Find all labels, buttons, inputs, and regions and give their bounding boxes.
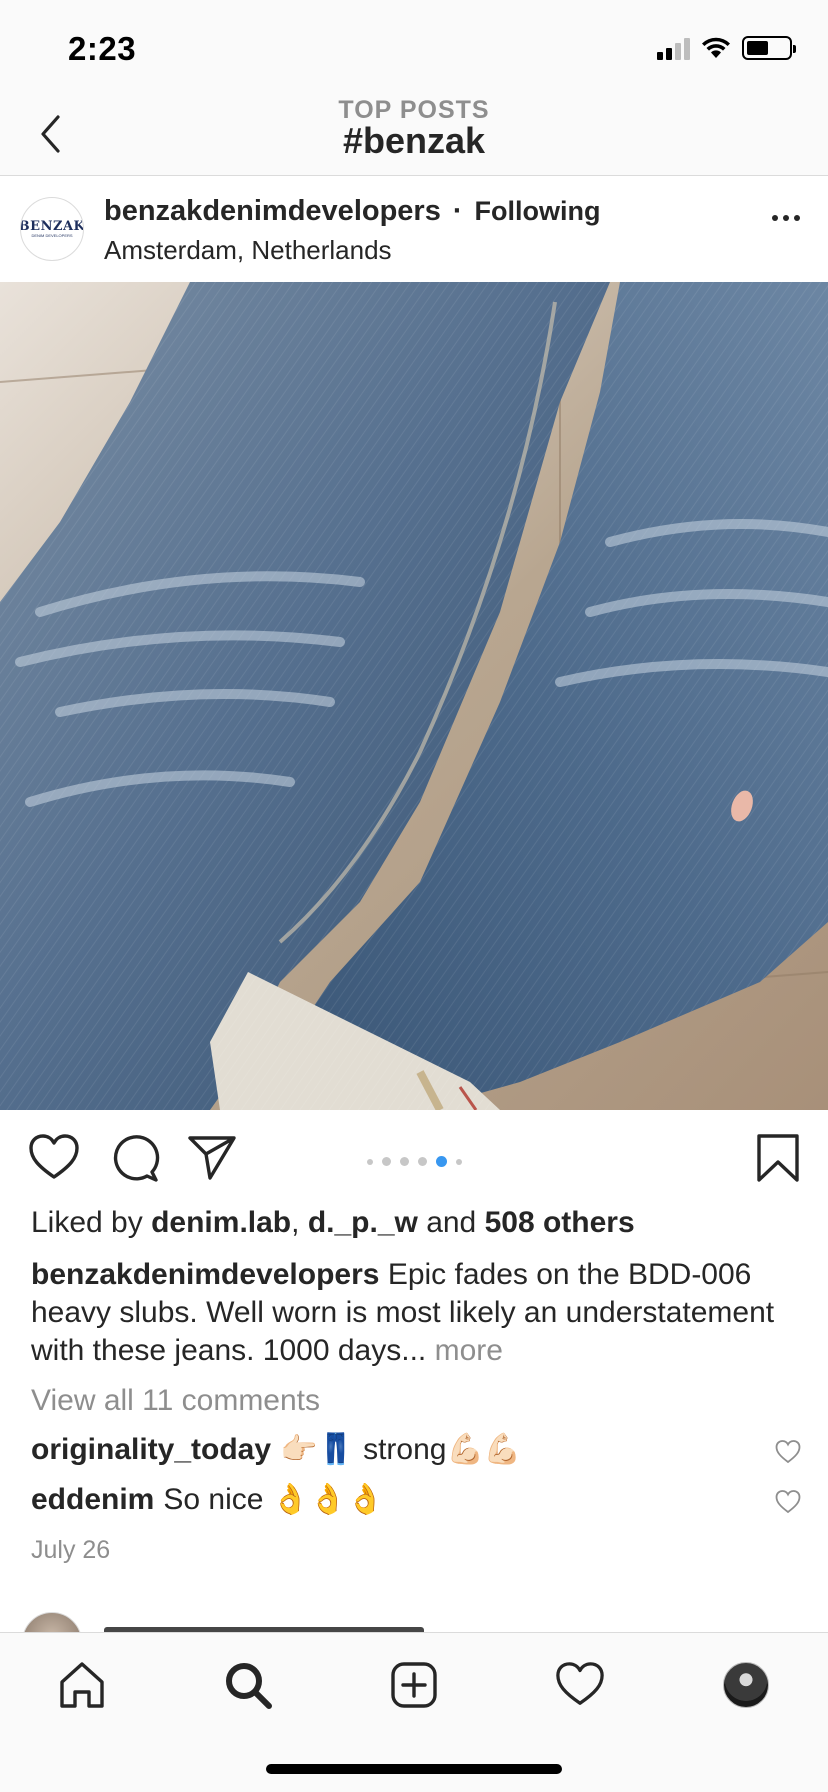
caption-more-link[interactable]: more (435, 1334, 503, 1367)
carousel-dot-active (435, 1156, 447, 1167)
carousel-dot (417, 1157, 427, 1166)
search-icon (226, 1663, 272, 1709)
caption-username[interactable]: benzakdenimdevelopers (31, 1258, 379, 1291)
avatar[interactable]: BENZAK DENIM DEVELOPERS (20, 197, 84, 261)
post-user-line: benzakdenimdevelopers · Following (104, 195, 601, 228)
carousel-dots (0, 1156, 828, 1167)
comment-username[interactable]: originality_today (31, 1433, 271, 1467)
comment-like-icon[interactable] (775, 1489, 801, 1515)
tab-activity[interactable] (550, 1655, 610, 1715)
carousel-dot (399, 1157, 409, 1166)
more-icon (772, 215, 778, 221)
tab-profile[interactable] (716, 1655, 776, 1715)
profile-avatar (723, 1662, 769, 1708)
following-button[interactable]: Following (475, 196, 601, 227)
heart-icon (556, 1662, 604, 1705)
battery-icon (742, 36, 796, 60)
liked-by-user[interactable]: denim.lab (151, 1206, 291, 1239)
separator-dot: · (452, 195, 463, 227)
post-photo[interactable] (0, 282, 828, 1110)
comment-like-icon[interactable] (775, 1439, 801, 1465)
nav-header: TOP POSTS #benzak (0, 96, 828, 176)
likes-prefix: Liked by (31, 1206, 143, 1239)
comment-item: originality_today 👉🏻👖 strong💪🏻💪🏻 (31, 1432, 521, 1467)
cellular-signal-icon (657, 36, 690, 60)
tab-new-post[interactable] (384, 1655, 444, 1715)
home-indicator[interactable] (266, 1764, 562, 1774)
comment-text: So nice 👌👌👌 (163, 1483, 384, 1516)
caption: benzakdenimdevelopers Epic fades on the … (31, 1256, 801, 1370)
carousel-dot (455, 1158, 462, 1165)
liked-by-user[interactable]: d._p._w (308, 1206, 418, 1239)
action-bar (0, 1112, 828, 1204)
status-time: 2:23 (68, 30, 137, 67)
post-location[interactable]: Amsterdam, Netherlands (104, 235, 392, 266)
likes-count[interactable]: 508 others (485, 1206, 635, 1239)
comment-username[interactable]: eddenim (31, 1483, 154, 1517)
add-post-icon (391, 1662, 437, 1708)
home-icon (60, 1662, 104, 1708)
more-options-button[interactable] (772, 215, 800, 221)
likes-line: Liked by denim.lab, d._p._w and 508 othe… (31, 1206, 635, 1240)
bookmark-icon (757, 1134, 799, 1182)
comment-text: 👉🏻👖 strong💪🏻💪🏻 (280, 1433, 522, 1466)
status-icons (657, 36, 796, 60)
post-image (0, 282, 828, 1110)
avatar-logo-sub: DENIM DEVELOPERS (31, 233, 73, 238)
page-title: #benzak (342, 120, 486, 161)
post-header: BENZAK DENIM DEVELOPERS benzakdenimdevel… (0, 177, 828, 281)
likes-comma: , (291, 1206, 300, 1239)
wifi-icon (702, 37, 730, 58)
save-button[interactable] (752, 1132, 804, 1184)
view-all-comments-link[interactable]: View all 11 comments (31, 1384, 320, 1418)
avatar-logo: BENZAK (20, 219, 84, 234)
status-bar: 2:23 (0, 0, 828, 96)
carousel-dot (366, 1158, 373, 1165)
post-username[interactable]: benzakdenimdevelopers (104, 195, 441, 228)
post-date: July 26 (31, 1536, 111, 1564)
comment-item: eddenim So nice 👌👌👌 (31, 1482, 384, 1517)
tab-search[interactable] (218, 1655, 278, 1715)
tab-home[interactable] (52, 1655, 112, 1715)
likes-and: and (426, 1206, 477, 1239)
carousel-dot (381, 1157, 391, 1166)
